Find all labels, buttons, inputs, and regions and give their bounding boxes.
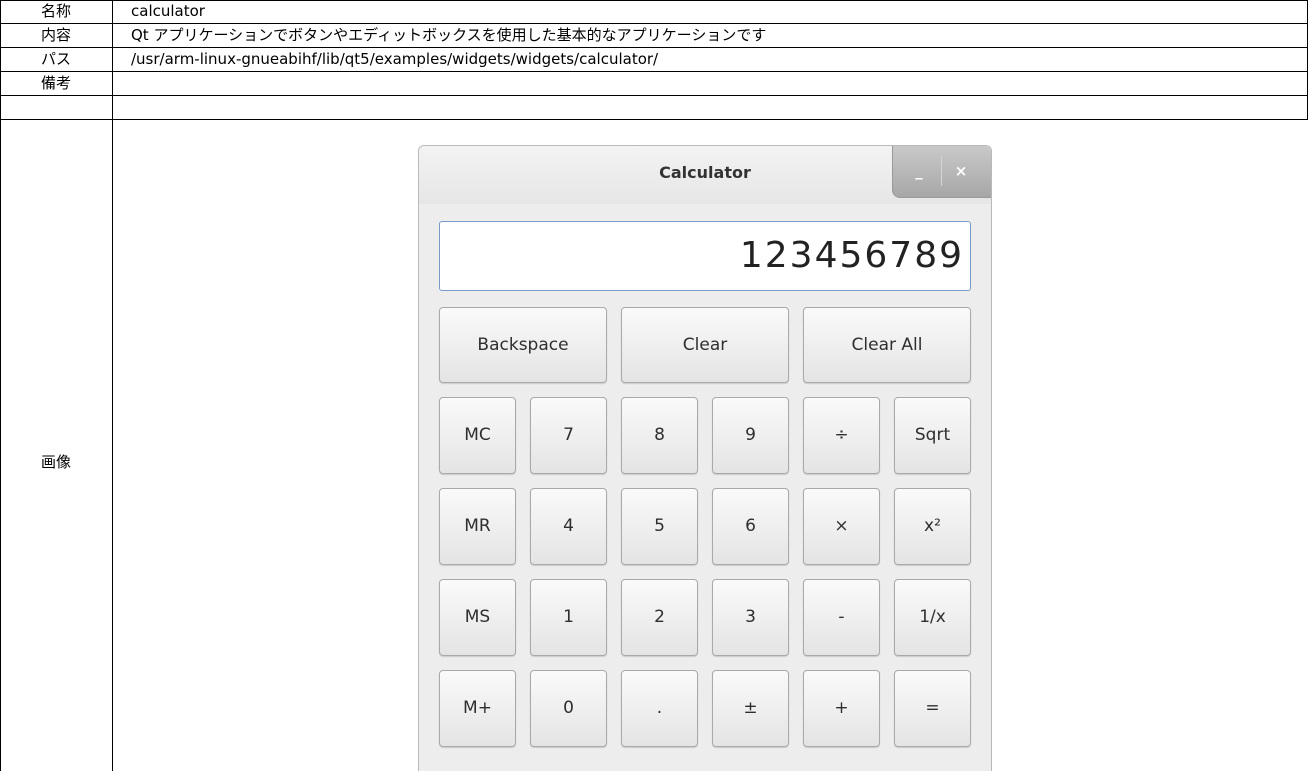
digit-1-button[interactable]: 1: [530, 579, 607, 656]
table-border-left: [0, 0, 1, 771]
decimal-point-button[interactable]: .: [621, 670, 698, 747]
row-label-name: 名称: [40, 2, 71, 20]
window-controls: _ ×: [892, 146, 991, 198]
clear-button[interactable]: Clear: [621, 307, 789, 383]
table-divider: [0, 71, 1308, 72]
minimize-button[interactable]: _: [901, 158, 937, 184]
change-sign-button[interactable]: ±: [712, 670, 789, 747]
row-label-image: 画像: [40, 453, 71, 471]
table-divider: [0, 95, 1308, 96]
window-titlebar[interactable]: Calculator _ ×: [419, 146, 991, 204]
multiply-button[interactable]: ×: [803, 488, 880, 565]
row-label-notes: 備考: [40, 74, 71, 92]
table-divider: [0, 119, 1308, 120]
digit-5-button[interactable]: 5: [621, 488, 698, 565]
digit-6-button[interactable]: 6: [712, 488, 789, 565]
equals-button[interactable]: =: [894, 670, 971, 747]
window-controls-separator: [941, 156, 942, 186]
calculator-display[interactable]: 123456789: [439, 221, 971, 291]
digit-2-button[interactable]: 2: [621, 579, 698, 656]
row-label-path: パス: [40, 50, 71, 68]
plus-button[interactable]: +: [803, 670, 880, 747]
clear-all-button[interactable]: Clear All: [803, 307, 971, 383]
digit-4-button[interactable]: 4: [530, 488, 607, 565]
row-value-name: calculator: [131, 2, 205, 20]
memory-recall-button[interactable]: MR: [439, 488, 516, 565]
memory-clear-button[interactable]: MC: [439, 397, 516, 474]
square-button[interactable]: x²: [894, 488, 971, 565]
digit-3-button[interactable]: 3: [712, 579, 789, 656]
calculator-window: Calculator _ × 123456789 Backspace Clear…: [418, 145, 992, 771]
table-column-divider: [112, 0, 113, 771]
digit-9-button[interactable]: 9: [712, 397, 789, 474]
row-value-content: Qt アプリケーションでボタンやエディットボックスを使用した基本的なアプリケーシ…: [131, 26, 767, 44]
memory-set-button[interactable]: MS: [439, 579, 516, 656]
digit-0-button[interactable]: 0: [530, 670, 607, 747]
row-value-path: /usr/arm-linux-gnueabihf/lib/qt5/example…: [131, 50, 659, 68]
close-button[interactable]: ×: [943, 158, 979, 184]
digit-8-button[interactable]: 8: [621, 397, 698, 474]
divide-button[interactable]: ÷: [803, 397, 880, 474]
row-label-content: 内容: [40, 26, 71, 44]
digit-7-button[interactable]: 7: [530, 397, 607, 474]
minus-button[interactable]: -: [803, 579, 880, 656]
reciprocal-button[interactable]: 1/x: [894, 579, 971, 656]
memory-add-button[interactable]: M+: [439, 670, 516, 747]
backspace-button[interactable]: Backspace: [439, 307, 607, 383]
sqrt-button[interactable]: Sqrt: [894, 397, 971, 474]
